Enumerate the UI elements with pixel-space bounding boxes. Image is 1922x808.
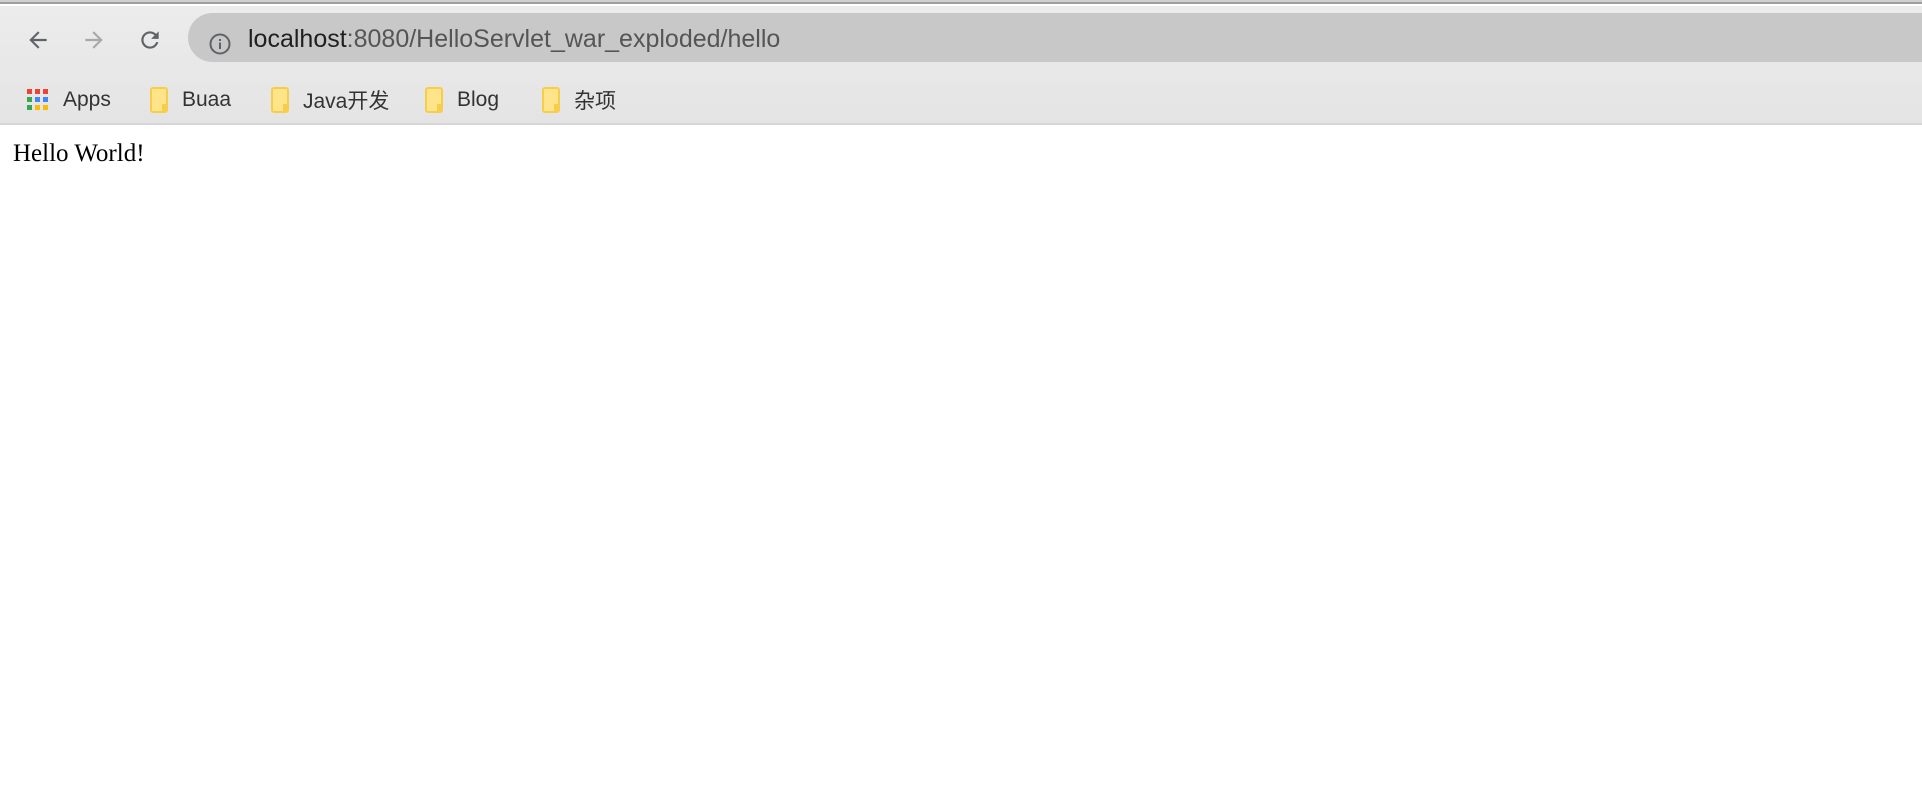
bookmark-apps[interactable]: Apps (27, 84, 111, 116)
url-text[interactable]: localhost:8080/HelloServlet_war_exploded… (248, 25, 780, 54)
bookmark-label: 杂项 (574, 90, 616, 113)
browser-toolbar: localhost:8080/HelloServlet_war_exploded… (0, 6, 1922, 125)
url-path: :8080/HelloServlet_war_exploded/hello (346, 25, 781, 53)
bookmark-label: Java开发 (303, 90, 390, 113)
forward-button[interactable] (76, 22, 112, 58)
bookmark-misc[interactable]: 杂项 (542, 84, 616, 116)
info-icon[interactable] (208, 32, 232, 56)
reload-button[interactable] (132, 22, 168, 58)
apps-grid-icon (27, 89, 48, 110)
folder-icon (150, 87, 168, 113)
reload-icon (141, 31, 159, 49)
forward-arrow-icon (85, 31, 103, 49)
bookmark-blog[interactable]: Blog (425, 84, 499, 116)
bookmark-label: Buaa (182, 88, 232, 111)
bookmark-buaa[interactable]: Buaa (150, 84, 231, 116)
page-content-text: Hello World! (13, 140, 145, 167)
folder-icon (271, 87, 289, 113)
back-arrow-icon (29, 31, 47, 49)
folder-icon (542, 87, 560, 113)
bookmark-label: Apps (63, 88, 111, 111)
folder-icon (425, 87, 443, 113)
bookmark-label: Blog (457, 88, 500, 111)
bookmark-java[interactable]: Java开发 (271, 84, 389, 116)
back-button[interactable] (20, 22, 56, 58)
url-host: localhost (248, 25, 347, 53)
window-top-edge (0, 0, 1922, 4)
